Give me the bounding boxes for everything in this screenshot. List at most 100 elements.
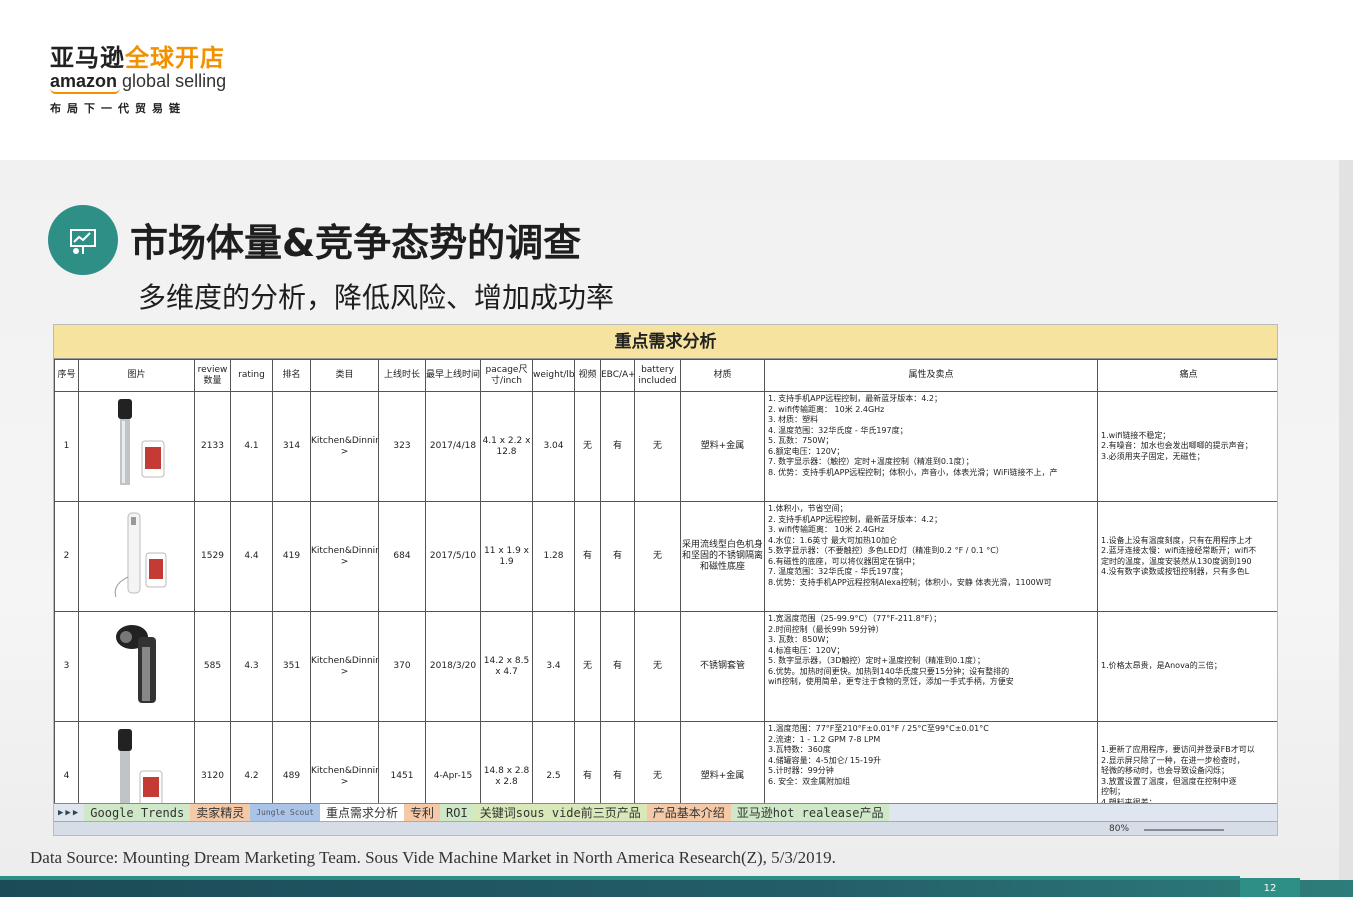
logo-tagline: 布局下一代贸易链 (50, 102, 186, 115)
col-header: pacage尺寸/inch (480, 359, 533, 392)
sheet-tab[interactable]: Google Trends (84, 804, 191, 821)
cell-rating: 4.3 (230, 611, 273, 722)
sous-vide-product-image (117, 398, 164, 485)
col-header: 类目 (310, 359, 379, 392)
cell-first-date: 2017/5/10 (425, 501, 481, 612)
cell-no: 1 (54, 391, 79, 502)
cell-material: 采用流线型白色机身和坚固的不锈钢隔离和磁性底座 (680, 501, 765, 612)
table-row: 2 1529 4.4 419 Kitchen&Dinning > 684 201… (54, 501, 1277, 612)
cell-reviews: 2133 (194, 391, 231, 502)
sheet-tab-active[interactable]: 重点需求分析 (320, 804, 405, 821)
cell-pain-points: 1.设备上没有温度刻度，只有在用程序上才 2.蓝牙连接太慢：wifi连接经常断开… (1097, 501, 1277, 612)
cell-no: 2 (54, 501, 79, 612)
cell-image (78, 391, 195, 502)
cell-online-days: 684 (378, 501, 426, 612)
cell-reviews: 585 (194, 611, 231, 722)
cell-first-date: 2018/3/20 (425, 611, 481, 722)
sheet-nav-arrows-icon[interactable]: ▶▶▶ (54, 808, 84, 818)
analysis-table: 序号 图片 review数量 rating 排名 类目 上线时长 最早上线时间 … (54, 359, 1277, 832)
right-edge-strip (1339, 160, 1353, 880)
col-header: 上线时长 (378, 359, 426, 392)
cell-category: Kitchen&Dinning > (310, 391, 379, 502)
footer-bar (0, 880, 1353, 897)
sheet-status-bar: 80% (54, 821, 1277, 835)
cell-online-days: 323 (378, 391, 426, 502)
page-subtitle: 多维度的分析，降低风险、增加成功率 (138, 281, 615, 314)
cell-ebc: 有 (600, 611, 635, 722)
cell-weight: 1.28 (532, 501, 575, 612)
cell-features: 1. 支持手机APP远程控制，最新蓝牙版本：4.2； 2. wifi传输距离： … (764, 391, 1098, 502)
col-header: 材质 (680, 359, 765, 392)
cell-first-date: 2017/4/18 (425, 391, 481, 502)
cell-size: 11 x 1.9 x 1.9 (480, 501, 533, 612)
col-header: weight/lbs (532, 359, 575, 392)
sheet-tab[interactable]: 产品基本介绍 (646, 804, 731, 821)
col-header: battery included (634, 359, 681, 392)
table-row: 1 2133 4.1 314 Kitchen&Dinning > 323 201… (54, 391, 1277, 502)
cell-video: 无 (574, 391, 601, 502)
cell-weight: 3.4 (532, 611, 575, 722)
sheet-tab[interactable]: 关键词sous vide前三页产品 (473, 804, 647, 821)
cell-video: 有 (574, 501, 601, 612)
cell-category: Kitchen&Dinning > (310, 501, 379, 612)
cell-material: 塑料+金属 (680, 391, 765, 502)
cell-rating: 4.1 (230, 391, 273, 502)
col-header: 痛点 (1097, 359, 1277, 392)
sous-vide-product-image (114, 512, 166, 597)
sheet-tab[interactable]: 专利 (404, 804, 441, 821)
logo-cn-black: 亚马逊 (50, 44, 125, 72)
cell-pain-points: 1.wifi链接不稳定； 2.有噪音：加水也会发出唧唧的提示声音； 3.必须用夹… (1097, 391, 1277, 502)
cell-features: 1.宽温度范围（25-99.9°C）（77°F-211.8°F）； 2.时间控制… (764, 611, 1098, 722)
cell-battery: 无 (634, 501, 681, 612)
logo-brand-rest: global selling (117, 71, 227, 91)
col-header: 图片 (78, 359, 195, 392)
zoom-slider[interactable] (1144, 829, 1224, 831)
cell-online-days: 370 (378, 611, 426, 722)
cell-rating: 4.4 (230, 501, 273, 612)
cell-rank: 351 (272, 611, 311, 722)
col-header: 属性及卖点 (764, 359, 1098, 392)
col-header: 最早上线时间 (425, 359, 481, 392)
cell-battery: 无 (634, 611, 681, 722)
analysis-chart-icon (48, 205, 118, 275)
cell-battery: 无 (634, 391, 681, 502)
col-header: review数量 (194, 359, 231, 392)
sheet-title: 重点需求分析 (54, 325, 1277, 359)
cell-rank: 419 (272, 501, 311, 612)
cell-ebc: 有 (600, 391, 635, 502)
logo-cn-orange: 全球开店 (125, 44, 225, 72)
cell-size: 4.1 x 2.2 x 12.8 (480, 391, 533, 502)
cell-weight: 3.04 (532, 391, 575, 502)
table-header-row: 序号 图片 review数量 rating 排名 类目 上线时长 最早上线时间 … (54, 359, 1277, 392)
col-header: 视频 (574, 359, 601, 392)
amazon-global-selling-logo: 亚马逊全球开店 amazon global selling 布局下一代贸易链 (50, 38, 226, 116)
cell-rank: 314 (272, 391, 311, 502)
cell-video: 无 (574, 611, 601, 722)
table-row: 3 585 4.3 351 Kitchen&Dinning > 370 2018… (54, 611, 1277, 722)
sheet-tab[interactable]: 卖家精灵 (190, 804, 251, 821)
col-header: rating (230, 359, 273, 392)
cell-size: 14.2 x 8.5 x 4.7 (480, 611, 533, 722)
spreadsheet-screenshot: 重点需求分析 序号 图片 review数量 rating 排名 类目 上线时长 … (53, 324, 1278, 836)
data-source-note: Data Source: Mounting Dream Marketing Te… (30, 848, 836, 867)
col-header: 排名 (272, 359, 311, 392)
cell-pain-points: 1.价格太昂贵，是Anova的三倍； (1097, 611, 1277, 722)
sheet-tab[interactable]: ROI (440, 804, 474, 821)
sheet-tab[interactable]: 亚马逊hot realease产品 (730, 804, 890, 821)
sheet-tab-bar: ▶▶▶ Google Trends 卖家精灵 Jungle Scout 重点需求… (54, 803, 1277, 821)
cell-category: Kitchen&Dinning > (310, 611, 379, 722)
sheet-tab[interactable]: Jungle Scout (250, 804, 320, 821)
zoom-level: 80% (1109, 824, 1130, 834)
cell-reviews: 1529 (194, 501, 231, 612)
cell-image (78, 501, 195, 612)
cell-image (78, 611, 195, 722)
cell-no: 3 (54, 611, 79, 722)
col-header: EBC/A+页 (600, 359, 635, 392)
cell-features: 1.体积小，节省空间； 2. 支持手机APP远程控制，最新蓝牙版本：4.2； 3… (764, 501, 1098, 612)
sous-vide-product-image (115, 624, 156, 703)
cell-material: 不锈钢套管 (680, 611, 765, 722)
col-header: 序号 (54, 359, 79, 392)
page-number: 12 (1240, 878, 1300, 897)
cell-ebc: 有 (600, 501, 635, 612)
logo-brand: amazon (50, 71, 118, 91)
